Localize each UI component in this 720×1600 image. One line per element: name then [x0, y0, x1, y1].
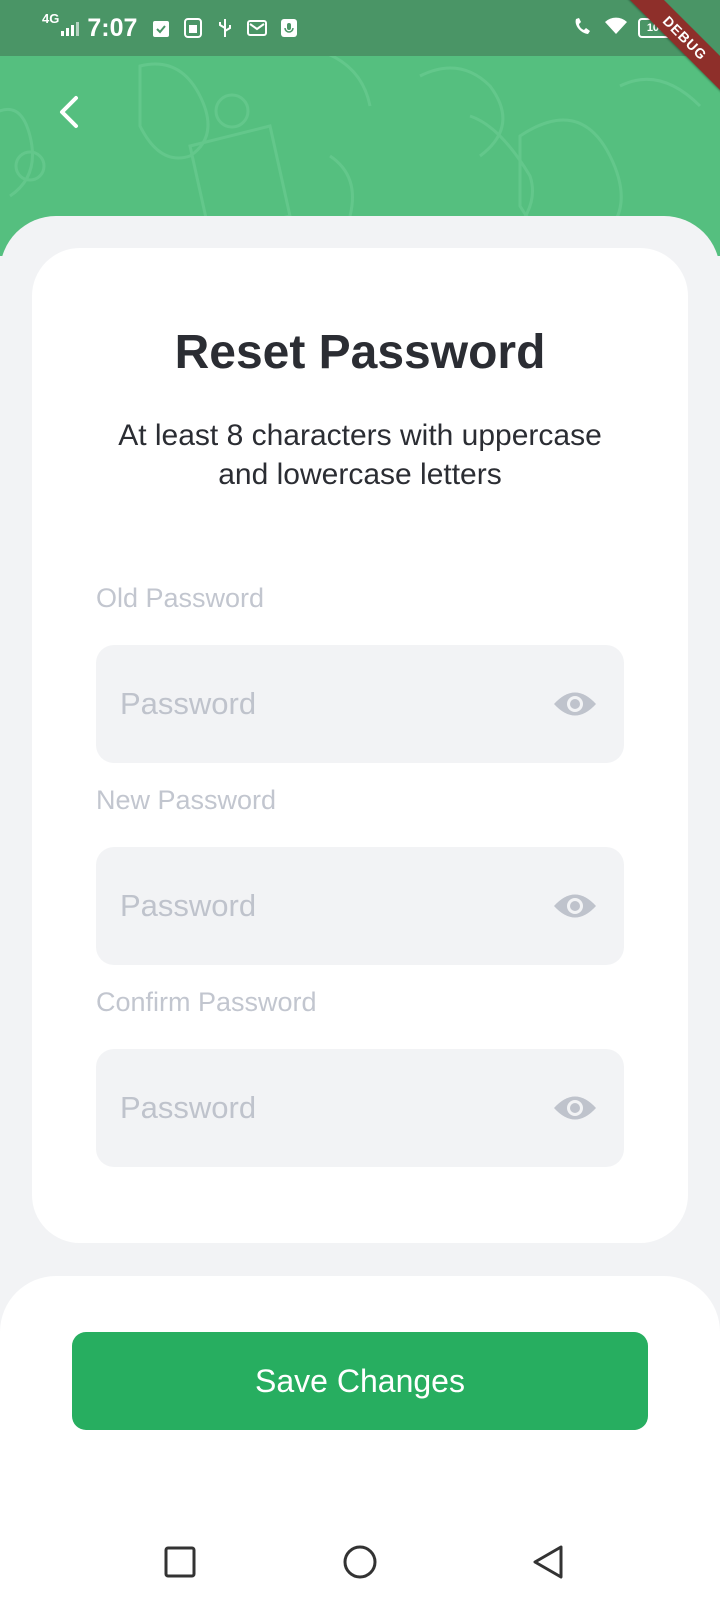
clipboard-check-icon	[151, 18, 171, 38]
system-navigation-bar	[0, 1520, 720, 1600]
circle-icon	[343, 1545, 377, 1579]
triangle-left-icon	[533, 1545, 563, 1579]
wifi-calling-icon	[572, 16, 594, 41]
save-changes-button[interactable]: Save Changes	[72, 1332, 648, 1430]
mail-icon	[247, 18, 268, 38]
new-password-field[interactable]	[96, 847, 624, 965]
nav-recents-button[interactable]	[158, 1540, 202, 1584]
network-type: 4G	[42, 10, 60, 26]
confirm-password-label: Confirm Password	[96, 987, 317, 1017]
notification-icons	[151, 18, 299, 38]
nav-back-button[interactable]	[526, 1540, 570, 1584]
page-title: Reset Password	[174, 326, 546, 379]
nav-home-button[interactable]	[338, 1540, 382, 1584]
square-icon	[164, 1546, 196, 1578]
network-indicator: 4G	[42, 11, 80, 36]
mic-icon	[279, 18, 299, 38]
old-password-visibility-toggle[interactable]	[552, 683, 598, 725]
old-password-label: Old Password	[96, 583, 265, 613]
wifi-icon	[604, 16, 628, 41]
eye-icon	[554, 692, 596, 716]
new-password-visibility-toggle[interactable]	[552, 885, 598, 927]
old-password-field[interactable]	[96, 645, 624, 763]
new-password-label: New Password	[96, 785, 277, 815]
chevron-left-icon	[60, 96, 78, 128]
new-password-input[interactable]	[120, 847, 520, 965]
eye-icon	[554, 1096, 596, 1120]
eye-icon	[554, 894, 596, 918]
status-bar: 4G 7:07 100	[0, 0, 720, 56]
old-password-input[interactable]	[120, 645, 520, 763]
confirm-password-field[interactable]	[96, 1049, 624, 1167]
usb-icon	[215, 18, 235, 38]
sim-icon	[183, 18, 203, 38]
status-time: 7:07	[87, 13, 138, 42]
confirm-password-visibility-toggle[interactable]	[552, 1087, 598, 1129]
page-subtitle: At least 8 characters with uppercase and…	[118, 419, 602, 491]
confirm-password-input[interactable]	[120, 1049, 520, 1167]
signal-icon	[61, 21, 80, 36]
back-button[interactable]	[48, 90, 92, 134]
